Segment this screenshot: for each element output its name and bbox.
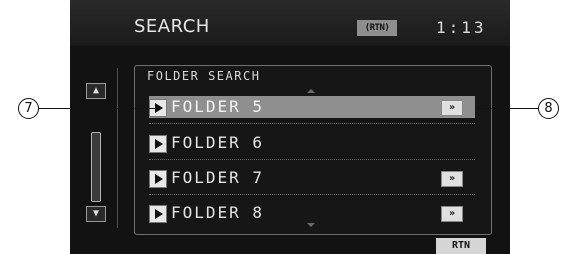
more-button[interactable]: » — [441, 171, 463, 187]
header-bar: SEARCH ⟨RTN⟩ 1:13 — [70, 0, 510, 46]
row-divider — [149, 194, 475, 195]
folder-label: FOLDER 6 — [171, 133, 265, 152]
sidebar-divider — [117, 68, 118, 228]
folder-search-panel: FOLDER SEARCH FOLDER 5 » FOLDER 6 FOLDER… — [134, 65, 492, 235]
panel-heading: FOLDER SEARCH — [147, 69, 261, 83]
folder-label: FOLDER 5 — [171, 97, 265, 116]
folder-row[interactable]: FOLDER 6 — [149, 132, 475, 160]
play-icon[interactable] — [149, 205, 167, 223]
folder-label: FOLDER 8 — [171, 203, 265, 222]
rtn-badge-button[interactable]: ⟨RTN⟩ — [357, 20, 397, 36]
more-button[interactable]: » — [441, 206, 463, 222]
page-up-icon: ▲ — [92, 85, 100, 96]
play-icon[interactable] — [149, 135, 167, 153]
folder-label: FOLDER 7 — [171, 168, 265, 187]
scroll-down-indicator-icon — [307, 223, 315, 227]
callout-7: 7 — [18, 98, 39, 119]
clock: 1:13 — [436, 18, 487, 37]
scroll-up-indicator-icon — [307, 89, 315, 93]
callout-leader-left — [38, 108, 158, 109]
scroll-top-button[interactable]: ▲ — [86, 83, 106, 99]
page-down-icon: ▼ — [92, 208, 100, 219]
row-divider — [149, 159, 475, 160]
callout-8: 8 — [538, 98, 559, 119]
more-button[interactable]: » — [441, 100, 463, 116]
folder-row[interactable]: FOLDER 5 » — [149, 96, 475, 124]
scroll-bottom-button[interactable]: ▼ — [86, 206, 106, 222]
play-icon[interactable] — [149, 170, 167, 188]
row-divider — [149, 123, 475, 124]
head-unit-screen: SEARCH ⟨RTN⟩ 1:13 ▲ ▼ FOLDER SEARCH FOLD… — [70, 0, 510, 254]
scrollbar[interactable] — [91, 132, 101, 202]
folder-row[interactable]: FOLDER 8 » — [149, 202, 475, 224]
page-title: SEARCH — [134, 16, 210, 37]
return-button[interactable]: RTN — [436, 238, 486, 254]
folder-row[interactable]: FOLDER 7 » — [149, 167, 475, 195]
double-chevron-right-icon: » — [448, 173, 456, 184]
double-chevron-right-icon: » — [448, 208, 456, 219]
double-chevron-right-icon: » — [448, 102, 456, 113]
